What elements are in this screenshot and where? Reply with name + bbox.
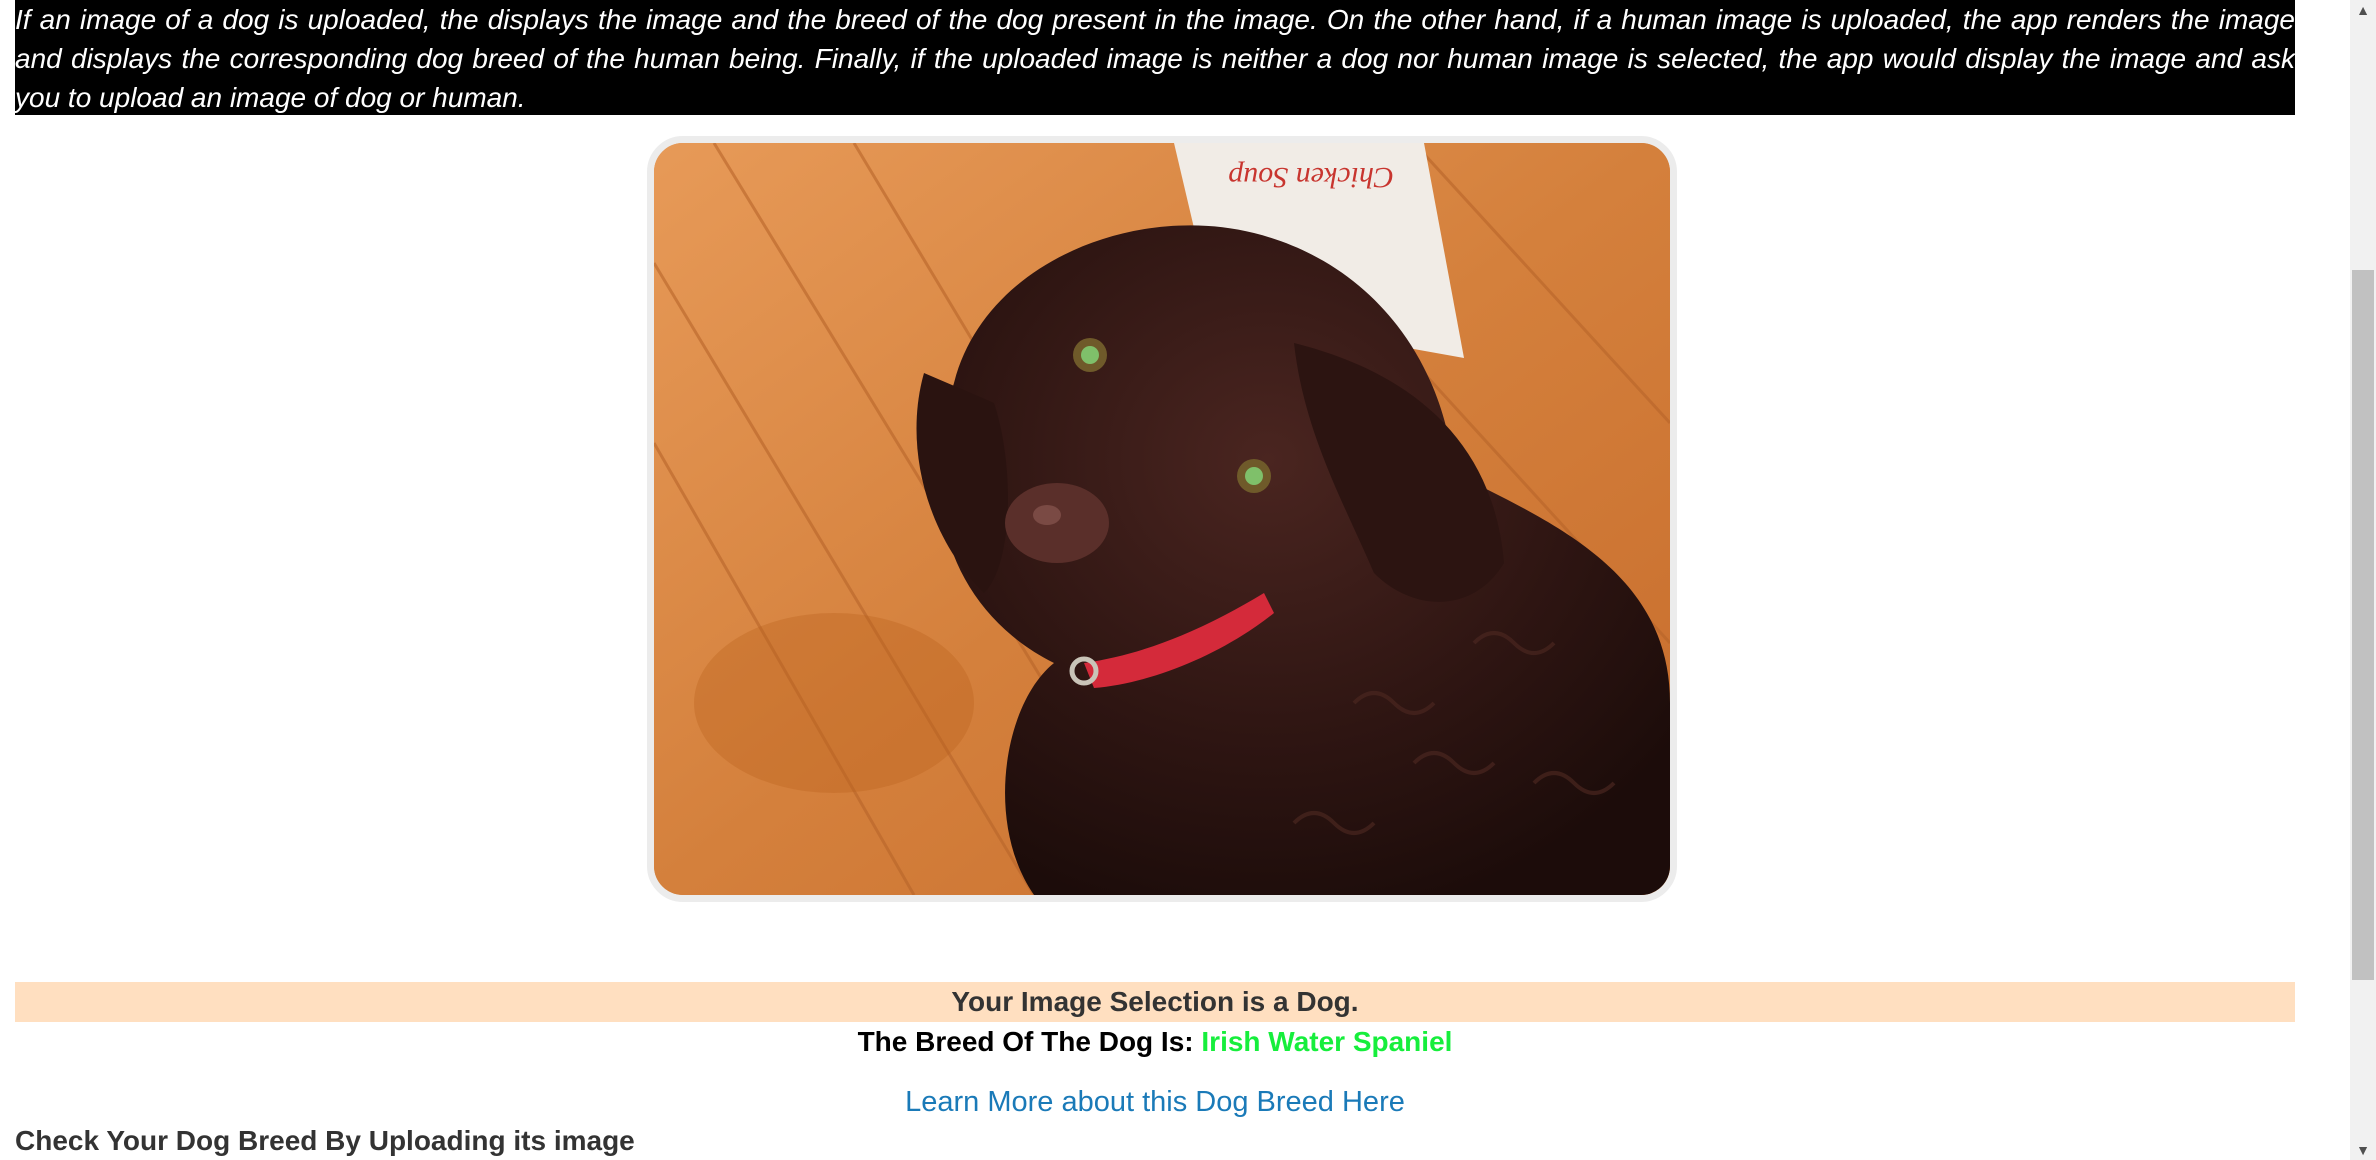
svg-text:Chicken Soup: Chicken Soup — [1228, 161, 1394, 194]
app-description: If an image of a dog is uploaded, the di… — [15, 0, 2295, 115]
arrow-down-icon[interactable]: ▼ — [2350, 1140, 2376, 1160]
selection-result-banner: Your Image Selection is a Dog. — [15, 982, 2295, 1022]
main-content: If an image of a dog is uploaded, the di… — [15, 0, 2295, 1160]
upload-section-heading: Check Your Dog Breed By Uploading its im… — [15, 1125, 635, 1156]
scrollbar-thumb[interactable] — [2352, 270, 2374, 980]
arrow-up-icon[interactable]: ▲ — [2350, 0, 2376, 20]
vertical-scrollbar[interactable]: ▲ ▼ — [2350, 0, 2376, 1160]
page: If an image of a dog is uploaded, the di… — [0, 0, 2376, 1160]
uploaded-dog-image: Chicken Soup — [647, 136, 1677, 902]
breed-name: Irish Water Spaniel — [1201, 1026, 1453, 1057]
breed-label: The Breed Of The Dog Is: — [857, 1026, 1202, 1057]
dog-photo-illustration: Chicken Soup — [654, 143, 1670, 895]
learn-more-link[interactable]: Learn More about this Dog Breed Here — [905, 1086, 1405, 1118]
learn-more-container: Learn More about this Dog Breed Here — [15, 1082, 2295, 1122]
breed-result: The Breed Of The Dog Is: Irish Water Spa… — [15, 1022, 2295, 1062]
